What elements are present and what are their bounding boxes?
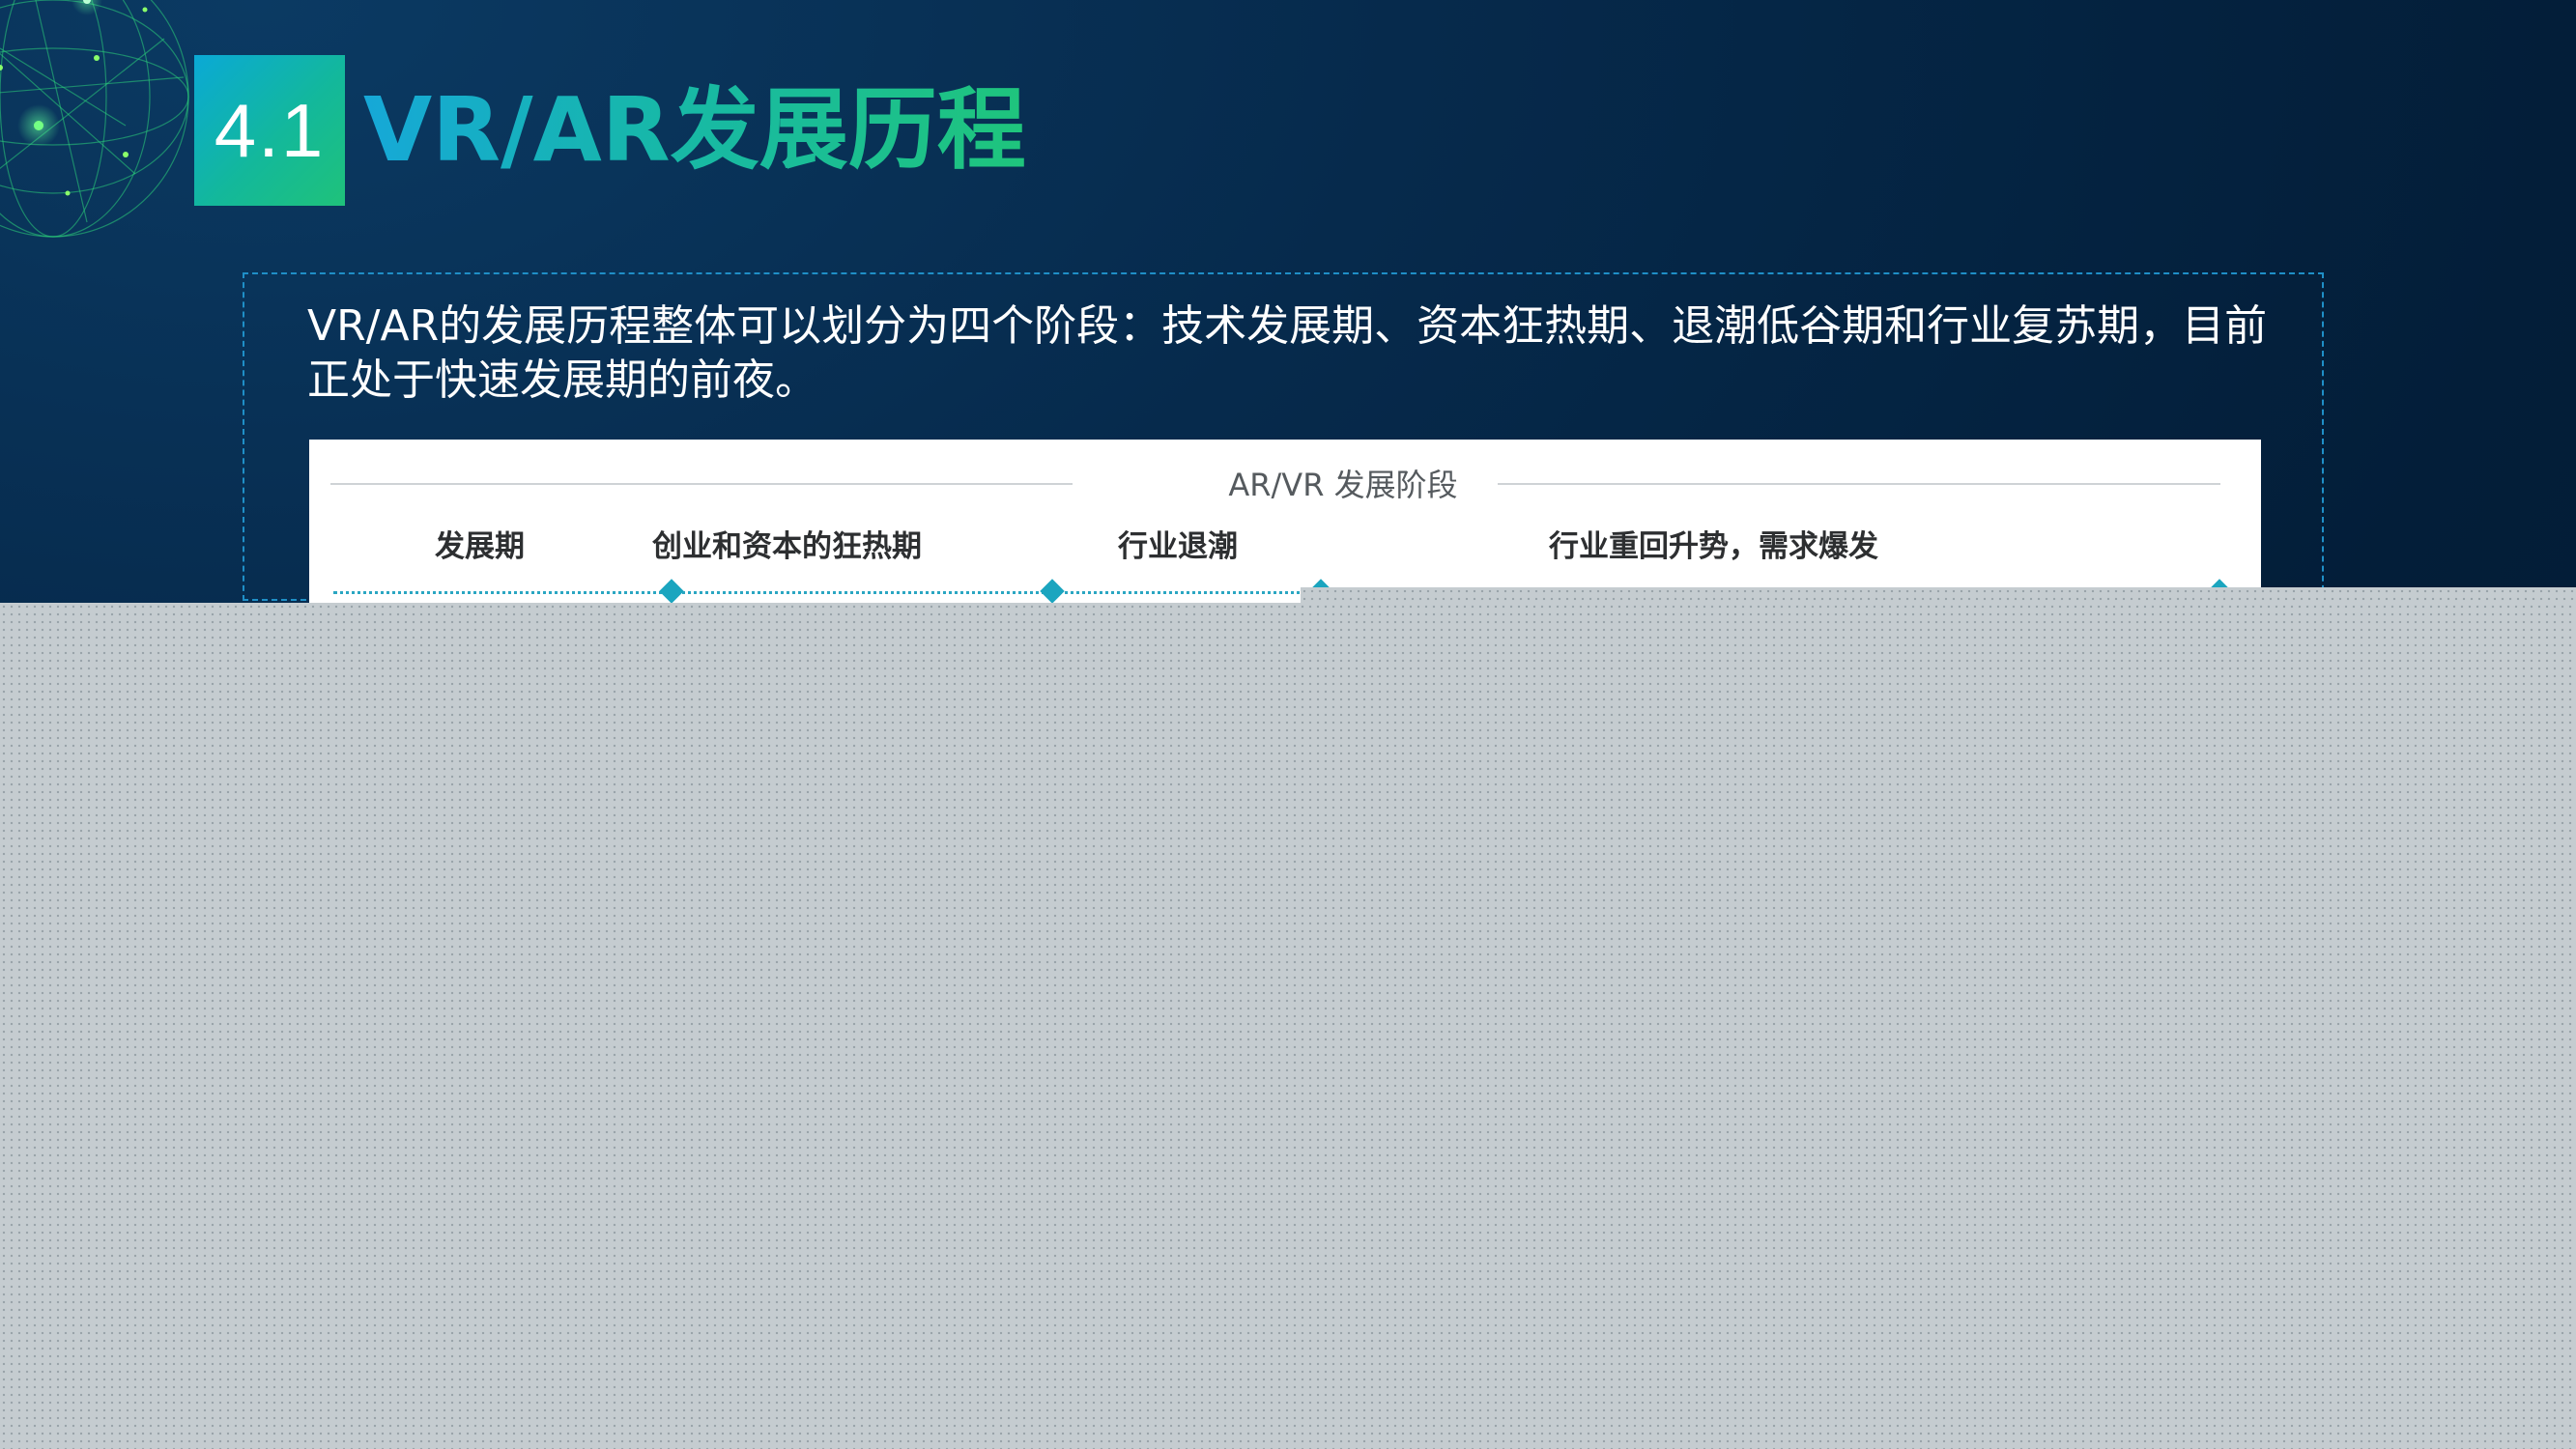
occlusion-overlay xyxy=(0,603,2576,1449)
intro-paragraph: VR/AR的发展历程整体可以划分为四个阶段：技术发展期、资本狂热期、退潮低谷期和… xyxy=(307,301,2268,405)
chart-title-rule-right xyxy=(1498,483,2220,485)
globe-decoration xyxy=(0,0,189,238)
phase-label: 发展期 xyxy=(435,529,525,564)
stage-chart-panel: AR/VR 发展阶段 发展期 创业和资本的狂热期 行业退潮 行业重回升势，需求爆… xyxy=(309,440,2261,604)
chart-title: AR/VR 发展阶段 xyxy=(1228,467,1458,503)
timeline-marker xyxy=(1040,579,1065,604)
section-number: 4.1 xyxy=(214,87,326,173)
phase-label: 行业退潮 xyxy=(1118,529,1238,564)
timeline-marker xyxy=(659,579,684,604)
phase-label: 行业重回升势，需求爆发 xyxy=(1549,529,1878,564)
phase-label: 创业和资本的狂热期 xyxy=(652,529,922,564)
section-number-badge: 4.1 xyxy=(194,55,345,206)
chart-title-rule-left xyxy=(330,483,1073,485)
page-title: VR/AR发展历程 xyxy=(363,68,1026,193)
